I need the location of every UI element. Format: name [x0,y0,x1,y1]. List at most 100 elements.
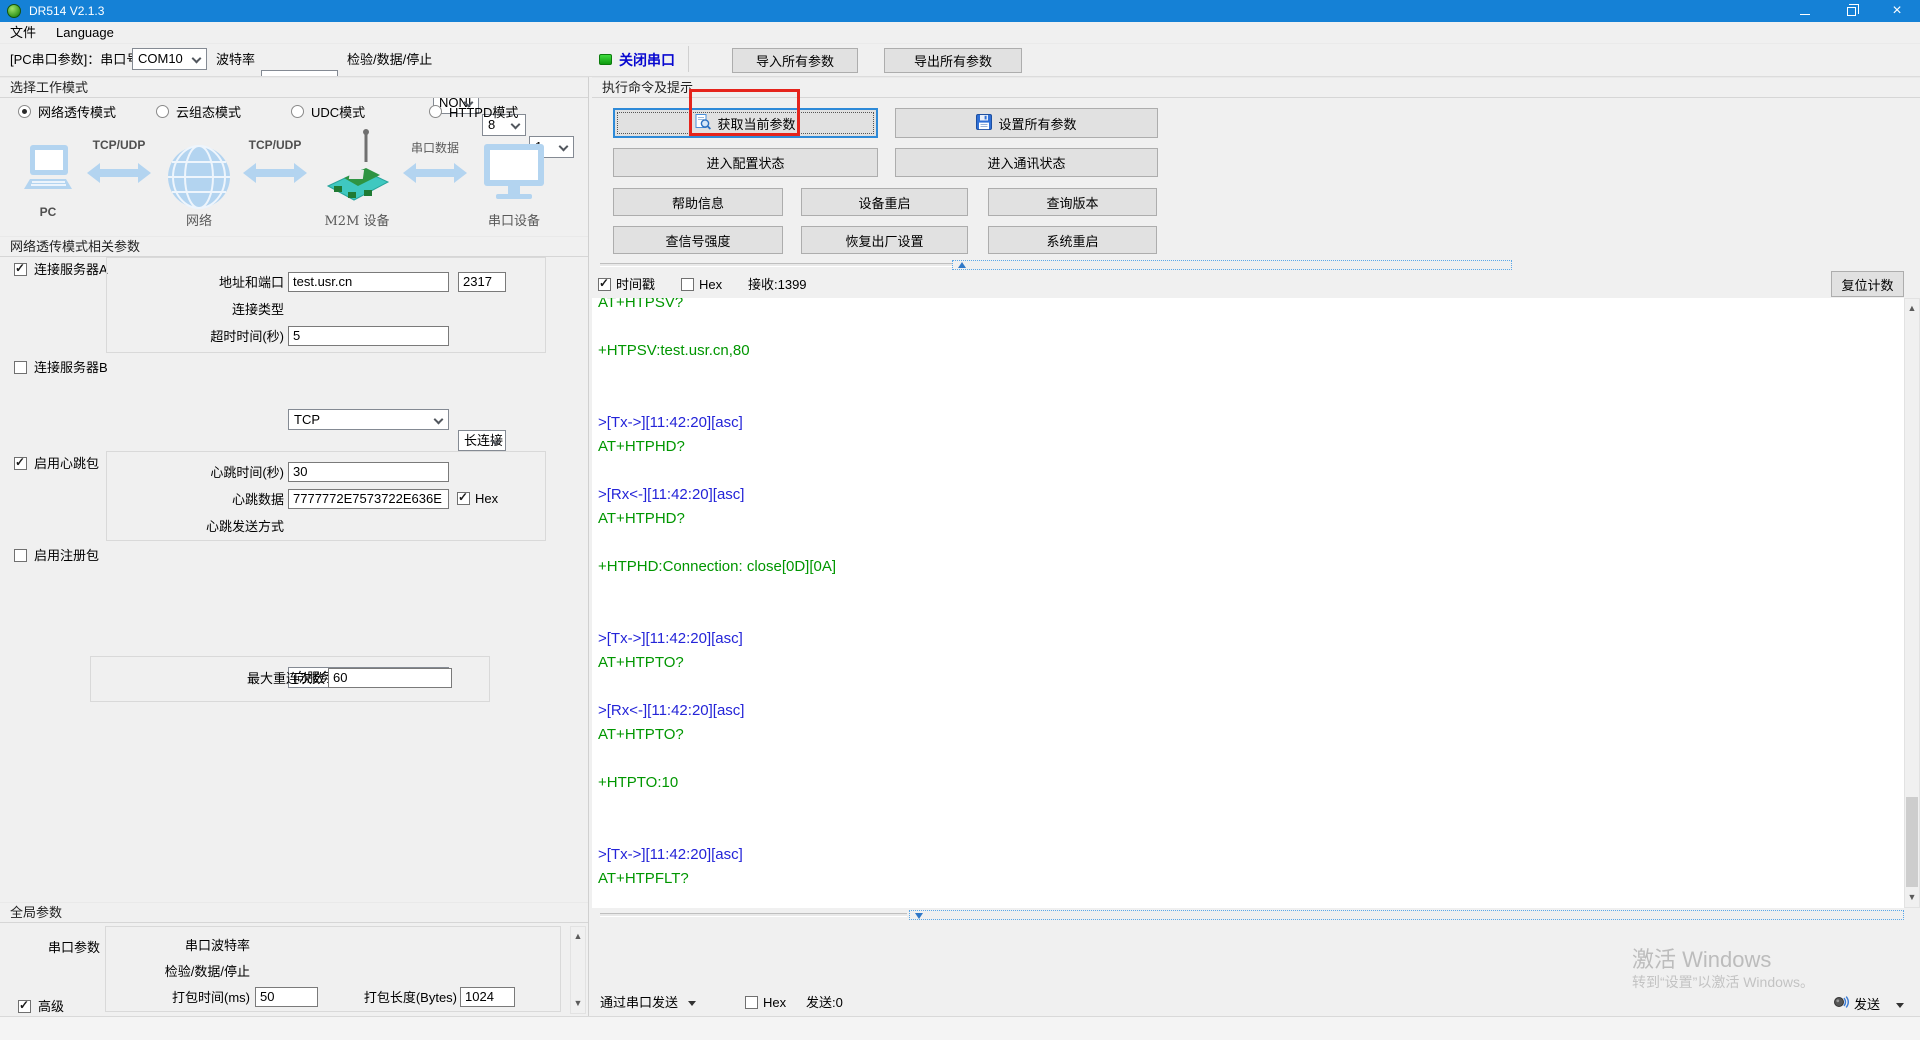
timestamp-label: 时间戳 [616,275,655,295]
pc-serial-label: [PC串口参数]：串口号 [10,50,139,70]
terminal-line: +HTPHD:Connection: close[0D][0A] [598,555,1904,579]
terminal-line [598,819,1904,843]
top-slider-focus[interactable] [952,260,1512,270]
terminal-scrollbar[interactable]: ▲ ▼ [1904,298,1920,908]
checkbox-icon [14,457,27,470]
system-restart-button[interactable]: 系统重启 [988,226,1157,254]
device-restart-button[interactable]: 设备重启 [801,188,968,216]
checkbox-icon [14,549,27,562]
terminal-line: +HTPTO:10 [598,771,1904,795]
conn-type-label: 连接类型 [134,300,284,320]
annotation-red-box [689,89,800,136]
help-info-button[interactable]: 帮助信息 [613,188,783,216]
close-button[interactable]: × [1874,0,1920,22]
com-port-select[interactable]: COM10 [132,48,207,70]
pack-len-input[interactable]: 1024 [460,987,515,1007]
diagram-link1-label: TCP/UDP [86,138,152,152]
terminal-line: >[Rx<-][11:42:20][asc] [598,699,1904,723]
advanced-label: 高级 [38,997,64,1017]
terminal-line [598,747,1904,771]
server-a-port-input[interactable]: 2317 [458,272,506,292]
enter-comm-state-button[interactable]: 进入通讯状态 [895,148,1158,177]
conn-mode-select[interactable]: 长连接 [458,430,506,451]
bottom-slider-track[interactable] [600,913,907,917]
terminal-log: AT+HTPSV? +HTPSV:test.usr.cn,80 >[Tx->][… [598,298,1904,891]
query-version-button[interactable]: 查询版本 [988,188,1157,216]
slider-down-icon [915,913,923,919]
terminal-line [598,459,1904,483]
diagram-serial-device-label: 串口设备 [478,210,550,229]
floppy-save-icon [976,114,992,133]
panel-divider [588,77,589,1016]
top-slider-track[interactable] [600,263,952,267]
diagram-network-label: 网络 [166,210,232,229]
arrow-icon [402,160,468,189]
chevron-down-icon [559,142,569,152]
hb-time-input[interactable]: 30 [288,462,449,482]
reconnect-input[interactable]: 60 [328,668,452,688]
register-pkg-checkbox[interactable] [14,549,27,565]
scroll-up-icon[interactable]: ▲ [1905,301,1919,316]
close-port-button[interactable]: 关闭串口 [619,50,675,70]
send-button[interactable]: 发送 [1854,995,1880,1015]
terminal-line: AT+HTPHD? [598,435,1904,459]
terminal-line [598,531,1904,555]
hb-time-label: 心跳时间(秒) [134,463,284,483]
terminal-line [598,603,1904,627]
diagram-link2-label: TCP/UDP [242,138,308,152]
recv-hex-checkbox[interactable] [681,278,694,294]
reset-count-button[interactable]: 复位计数 [1831,271,1904,297]
checkbox-icon [14,361,27,374]
minimize-button[interactable] [1782,0,1828,22]
hb-data-input[interactable]: 7777772E7573722E636E [288,489,449,509]
scrollbar-thumb[interactable] [1906,797,1918,887]
scroll-down-icon[interactable]: ▼ [1905,890,1919,905]
checkbox-icon [681,278,694,291]
terminal-area[interactable]: AT+HTPSV? +HTPSV:test.usr.cn,80 >[Tx->][… [592,298,1904,908]
scroll-down-icon[interactable]: ▼ [571,996,585,1011]
menu-language[interactable]: Language [46,22,124,44]
import-all-params-button[interactable]: 导入所有参数 [732,48,858,73]
arrow-icon [242,160,308,189]
send-hex-checkbox[interactable] [745,996,758,1012]
bottom-slider-focus[interactable] [909,910,1904,920]
menu-file[interactable]: 文件 [0,22,46,44]
title-bar: DR514 V2.1.3 × [0,0,1920,22]
heartbeat-label: 启用心跳包 [34,454,99,474]
hb-mode-label: 心跳发送方式 [134,517,284,537]
signal-strength-button[interactable]: 查信号强度 [613,226,783,254]
g-line-label: 检验/数据/停止 [90,962,250,982]
heartbeat-checkbox[interactable] [14,457,27,473]
diagram-pc-label: PC [28,205,68,219]
terminal-line [598,675,1904,699]
slider-up-icon [958,262,966,268]
radio-udc-mode[interactable] [291,105,304,121]
left-scrollbar[interactable]: ▲ ▼ [570,926,586,1014]
server-a-address-input[interactable]: test.usr.cn [288,272,449,292]
radio-httpd-mode[interactable] [429,105,442,121]
register-pkg-label: 启用注册包 [34,546,99,566]
timeout-input[interactable]: 5 [288,326,449,346]
bottom-strip [0,1017,1920,1040]
send-dropdown-arrow-icon [1896,1003,1904,1008]
radio-cloud-mode[interactable] [156,105,169,121]
server-b-checkbox[interactable] [14,361,27,377]
factory-reset-button[interactable]: 恢复出厂设置 [801,226,968,254]
radio-transparent-mode[interactable] [18,105,31,121]
set-all-params-button[interactable]: 设置所有参数 [895,108,1158,138]
server-a-checkbox[interactable] [14,263,27,279]
terminal-line: >[Tx->][11:42:20][asc] [598,843,1904,867]
scroll-up-icon[interactable]: ▲ [571,929,585,944]
menu-bar: 文件 Language [0,22,1920,44]
timestamp-checkbox[interactable] [598,278,611,294]
restore-button[interactable] [1828,0,1874,22]
advanced-checkbox[interactable] [18,1000,31,1016]
conn-type-select[interactable]: TCP [288,409,449,430]
window-title: DR514 V2.1.3 [29,4,104,18]
export-all-params-button[interactable]: 导出所有参数 [884,48,1022,73]
enter-config-state-button[interactable]: 进入配置状态 [613,148,878,177]
send-via-serial-dropdown[interactable]: 通过串口发送 [600,993,678,1013]
toolbar-separator [688,46,689,72]
hb-hex-checkbox[interactable] [457,492,470,508]
hb-hex-label: Hex [475,489,498,509]
